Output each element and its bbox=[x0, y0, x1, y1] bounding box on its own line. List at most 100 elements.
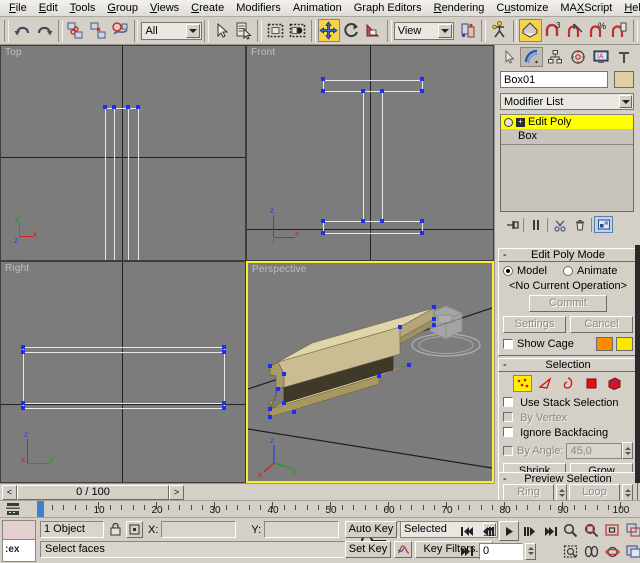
snap-3d-button[interactable]: 3 bbox=[542, 19, 564, 42]
polygon-sublevel-button[interactable] bbox=[582, 375, 601, 392]
use-pivot-point-center-button[interactable] bbox=[457, 19, 479, 42]
chevron-down-icon[interactable] bbox=[438, 24, 452, 38]
tab-display[interactable]: IA bbox=[589, 47, 612, 67]
use-stack-selection-checkbox[interactable] bbox=[503, 397, 513, 407]
go-to-end-button[interactable] bbox=[541, 521, 561, 541]
selection-filter-combo[interactable]: All bbox=[141, 22, 201, 40]
next-frame-button[interactable] bbox=[520, 521, 540, 541]
remove-modifier-button[interactable] bbox=[570, 216, 589, 233]
bind-to-space-warp-button[interactable] bbox=[109, 19, 131, 42]
menu-modifiers[interactable]: Modifiers bbox=[230, 0, 287, 16]
auto-key-button[interactable]: Auto Key bbox=[345, 521, 397, 538]
menu-file[interactable]: File bbox=[3, 0, 33, 16]
loop-spinner[interactable] bbox=[622, 484, 633, 501]
edge-sublevel-button[interactable] bbox=[536, 375, 555, 392]
track-bar[interactable]: 102030405060708090100 bbox=[0, 500, 640, 517]
redo-button[interactable] bbox=[33, 19, 55, 42]
vertex-sublevel-button[interactable] bbox=[513, 375, 532, 392]
menu-views[interactable]: Views bbox=[144, 0, 185, 16]
make-unique-button[interactable] bbox=[550, 216, 569, 233]
pan-view-button[interactable] bbox=[581, 541, 601, 561]
select-and-link-button[interactable] bbox=[65, 19, 87, 42]
time-slider-prev[interactable]: < bbox=[2, 485, 17, 500]
menu-animation[interactable]: Animation bbox=[287, 0, 348, 16]
unlink-selection-button[interactable] bbox=[87, 19, 109, 42]
menu-help[interactable]: Help bbox=[618, 0, 640, 16]
menu-edit[interactable]: Edit bbox=[33, 0, 64, 16]
viewport-perspective[interactable]: Perspective bbox=[246, 261, 494, 483]
select-and-rotate-button[interactable] bbox=[340, 19, 362, 42]
viewport-top[interactable]: Top y x z bbox=[0, 45, 246, 261]
angle-snap-toggle-button[interactable] bbox=[564, 19, 586, 42]
rollout-header-preview-selection[interactable]: - Preview Selection bbox=[498, 472, 638, 483]
object-name-field[interactable]: Box01 bbox=[500, 71, 608, 88]
absolute-relative-toggle[interactable] bbox=[126, 521, 143, 538]
menu-maxscript[interactable]: MAXScript bbox=[554, 0, 618, 16]
configure-modifier-sets-button[interactable] bbox=[594, 216, 613, 233]
viewport-right[interactable]: Right z y x bbox=[0, 261, 246, 483]
rollout-header-selection[interactable]: - Selection bbox=[498, 358, 638, 372]
current-frame-spinner[interactable] bbox=[525, 543, 536, 560]
menu-create[interactable]: Create bbox=[185, 0, 230, 16]
border-sublevel-button[interactable] bbox=[559, 375, 578, 392]
reference-coordinate-combo[interactable]: View bbox=[394, 22, 454, 40]
select-and-scale-button[interactable] bbox=[362, 19, 384, 42]
menu-graph-editors[interactable]: Graph Editors bbox=[348, 0, 428, 16]
zoom-extents-button[interactable] bbox=[602, 520, 622, 540]
stack-item-box[interactable]: Box bbox=[501, 129, 633, 143]
modifier-list-combo[interactable]: Modifier List bbox=[500, 93, 634, 110]
select-object-button[interactable] bbox=[211, 19, 233, 42]
by-angle-field[interactable]: 45,0 bbox=[566, 443, 622, 459]
model-radio[interactable] bbox=[503, 266, 513, 276]
by-vertex-checkbox[interactable] bbox=[503, 412, 513, 422]
tab-hierarchy[interactable] bbox=[543, 47, 566, 67]
stack-item-edit-poly[interactable]: + Edit Poly bbox=[501, 115, 633, 129]
cage-color-swatch-1[interactable] bbox=[596, 337, 613, 351]
commit-button[interactable]: Commit bbox=[529, 295, 607, 312]
rectangular-selection-region-button[interactable] bbox=[264, 19, 286, 42]
animate-radio[interactable] bbox=[563, 266, 573, 276]
ring-button[interactable]: Ring bbox=[503, 484, 554, 501]
menu-tools[interactable]: Tools bbox=[64, 0, 102, 16]
set-key-button[interactable]: Set Key bbox=[345, 541, 391, 558]
rollout-header-edit-poly-mode[interactable]: - Edit Poly Mode bbox=[498, 248, 638, 262]
pin-stack-button[interactable] bbox=[502, 216, 521, 233]
zoom-all-button[interactable] bbox=[581, 520, 601, 540]
maximize-viewport-button[interactable] bbox=[623, 541, 640, 561]
tab-modify[interactable] bbox=[520, 47, 543, 67]
modifier-stack[interactable]: + Edit Poly Box bbox=[500, 114, 634, 212]
play-animation-button[interactable] bbox=[499, 521, 519, 541]
cage-color-swatch-2[interactable] bbox=[616, 337, 633, 351]
object-color-swatch[interactable] bbox=[614, 71, 634, 88]
collapse-minus-icon[interactable]: - bbox=[503, 249, 507, 261]
undo-button[interactable] bbox=[11, 19, 33, 42]
select-and-manipulate-button[interactable] bbox=[488, 19, 510, 42]
key-mode-toggle-button[interactable] bbox=[394, 541, 412, 558]
selection-lock-toggle[interactable] bbox=[107, 521, 123, 538]
track-bar-ruler[interactable]: 102030405060708090100 bbox=[26, 501, 640, 518]
expand-plus-icon[interactable]: + bbox=[516, 118, 525, 127]
collapse-minus-icon[interactable]: - bbox=[503, 473, 507, 483]
tab-utilities[interactable] bbox=[612, 47, 635, 67]
coord-x-field[interactable] bbox=[161, 521, 236, 538]
time-slider-handle[interactable]: 0 / 100 bbox=[17, 485, 169, 500]
viewport-front[interactable]: Front bbox=[246, 45, 494, 261]
spinner-snap-toggle-button[interactable] bbox=[609, 19, 631, 42]
mini-listener-input-pane[interactable] bbox=[3, 521, 35, 540]
command-panel-scrollbar[interactable] bbox=[635, 245, 640, 483]
mini-listener[interactable]: :ex bbox=[2, 520, 36, 562]
zoom-extents-all-button[interactable] bbox=[623, 520, 640, 540]
track-bar-time-cursor[interactable] bbox=[37, 501, 44, 517]
mini-listener-output-pane[interactable]: :ex bbox=[3, 540, 35, 561]
ignore-backfacing-checkbox[interactable] bbox=[503, 427, 513, 437]
previous-frame-button[interactable] bbox=[478, 521, 498, 541]
go-to-start-button[interactable] bbox=[457, 521, 477, 541]
percent-snap-toggle-button[interactable]: % bbox=[586, 19, 608, 42]
key-mode-nav-button[interactable] bbox=[457, 541, 477, 561]
settings-button[interactable]: Settings bbox=[503, 316, 566, 333]
window-crossing-button[interactable] bbox=[287, 19, 309, 42]
light-bulb-icon[interactable] bbox=[504, 118, 513, 127]
select-and-move-button[interactable] bbox=[318, 19, 340, 42]
field-of-view-button[interactable] bbox=[560, 541, 580, 561]
coord-y-field[interactable] bbox=[264, 521, 339, 538]
